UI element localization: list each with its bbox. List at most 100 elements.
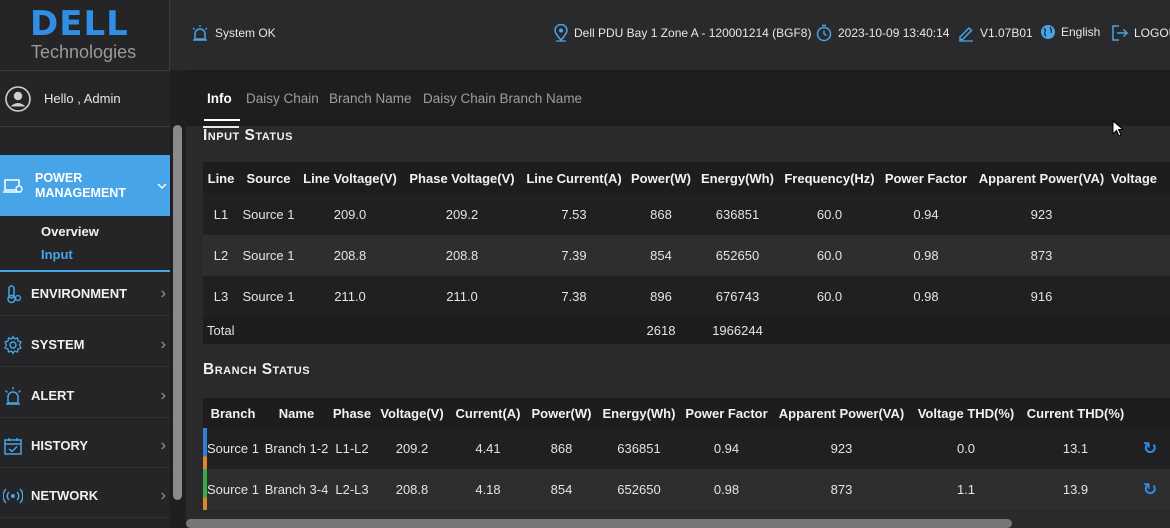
table-cell: 0.98 (913, 248, 939, 263)
table-row: Source 1 Branch 1-2 L1-L2 209.2 4.41 868… (203, 428, 1170, 469)
input-status-title-rule (203, 126, 239, 128)
total-row: Total 2618 1966244 (203, 317, 1170, 344)
branch-status-header-row: Branch Name Phase Voltage(V) Current(A) … (203, 398, 1170, 428)
column-header: Power Factor (685, 405, 768, 421)
refresh-button[interactable]: ↻ (1130, 469, 1170, 510)
logout-button[interactable]: LOGOUT (1111, 24, 1170, 42)
sidebar-item-environment[interactable]: ENVIRONMENT › (0, 272, 170, 316)
logout-text: LOGOUT (1134, 26, 1170, 40)
date-time[interactable]: 2023-10-09 13:40:14 (815, 24, 949, 42)
chevron-right-icon: › (160, 386, 166, 404)
table-cell: 211.0 (334, 289, 366, 304)
table-row: Source 1 Branch 3-4 L2-L3 208.8 4.18 854… (203, 469, 1170, 510)
network-icon (3, 487, 23, 504)
table-cell: 636851 (617, 441, 661, 456)
total-power: 2618 (646, 323, 676, 338)
tab-daisy-chain-branch-name[interactable]: Daisy Chain Branch Name (423, 91, 582, 106)
subnav-overview[interactable]: Overview (41, 224, 99, 239)
table-cell: 211.0 (446, 289, 478, 304)
subnav-input[interactable]: Input (41, 247, 73, 262)
table-cell: 652650 (617, 482, 661, 497)
location-pin-icon (554, 24, 568, 42)
table-cell: 923 (830, 441, 853, 456)
logo-subtitle: Technologies (31, 42, 137, 62)
sidebar-item-network[interactable]: NETWORK › (0, 474, 170, 518)
table-cell: Source 1 (242, 248, 295, 263)
chevron-right-icon: › (160, 486, 166, 504)
table-cell: 7.38 (561, 289, 587, 304)
table-cell: 0.0 (956, 441, 976, 456)
column-header: Line Current(A) (526, 170, 622, 186)
table-cell: 0.98 (713, 482, 740, 497)
column-header: Frequency(Hz) (784, 170, 875, 186)
logo-brand: DELL (30, 4, 129, 44)
sidebar-scrollbar-thumb[interactable] (173, 125, 182, 500)
firmware-version[interactable]: V1.07B01 (957, 24, 1033, 42)
chevron-down-icon (157, 183, 167, 189)
table-cell: Branch 3-4 (264, 482, 329, 497)
table-cell: 7.53 (561, 207, 587, 222)
column-header: Power Factor (884, 170, 968, 186)
sidebar-item-history[interactable]: HISTORY › (0, 424, 170, 468)
sidebar-item-alert[interactable]: ALERT › (0, 374, 170, 418)
table-cell: L2-L3 (335, 482, 369, 497)
globe-icon (1041, 25, 1055, 39)
table-cell: 923 (1030, 207, 1053, 222)
active-tab-indicator (204, 119, 240, 121)
horizontal-scrollbar-thumb[interactable] (186, 519, 1012, 528)
table-cell: 13.9 (1062, 482, 1089, 497)
table-cell: 1.1 (956, 482, 976, 497)
table-cell: 4.18 (475, 482, 501, 497)
table-cell: 60.0 (816, 289, 843, 304)
sidebar-item-power-management[interactable]: POWER MANAGEMENT (0, 155, 170, 216)
table-cell: 209.0 (333, 207, 367, 222)
table-row: L3 Source 1 211.0 211.0 7.38 896 676743 … (203, 276, 1170, 317)
table-cell: L1 (213, 207, 229, 222)
tab-bar: Info Daisy Chain Branch Name Daisy Chain… (186, 70, 1170, 126)
column-header: Phase (332, 405, 372, 421)
date-time-text: 2023-10-09 13:40:14 (838, 26, 950, 40)
main-content: Info Daisy Chain Branch Name Daisy Chain… (186, 70, 1170, 528)
environment-label: ENVIRONMENT (31, 286, 128, 301)
sidebar-item-system[interactable]: SYSTEM › (0, 323, 170, 367)
table-cell: 896 (650, 289, 672, 304)
tab-daisy-chain[interactable]: Daisy Chain (246, 91, 319, 106)
language-text: English (1061, 25, 1101, 39)
table-cell: 0.94 (913, 207, 939, 222)
branch-source: Source 1 (206, 441, 260, 456)
table-cell: 7.39 (561, 248, 587, 263)
table-cell: 0.94 (713, 441, 740, 456)
table-cell: 868 (550, 441, 573, 456)
column-header: Current THD(%) (1026, 405, 1125, 421)
chevron-right-icon: › (160, 335, 166, 353)
system-status[interactable]: System OK (190, 24, 276, 42)
input-status-title: Input Status (203, 127, 293, 144)
column-header: Apparent Power(VA) (778, 405, 905, 421)
power-management-label: POWER MANAGEMENT (35, 170, 126, 200)
table-cell: 868 (650, 207, 672, 222)
tab-branch-name[interactable]: Branch Name (329, 91, 412, 106)
column-header: Phase Voltage(V) (409, 170, 515, 186)
table-cell: 13.1 (1062, 441, 1089, 456)
gear-icon (4, 334, 22, 355)
pdu-location: Dell PDU Bay 1 Zone A - 120001214 (BGF8) (553, 24, 811, 42)
column-header: Branch (210, 405, 256, 421)
refresh-button[interactable]: ↻ (1130, 428, 1170, 469)
table-cell: 854 (550, 482, 573, 497)
refresh-icon: ↻ (1142, 438, 1158, 458)
table-cell: 916 (1030, 289, 1053, 304)
chevron-right-icon: › (160, 284, 166, 302)
table-cell: 0. (1111, 194, 1170, 235)
column-header: Apparent Power(VA) (978, 170, 1105, 186)
table-cell: 873 (1030, 248, 1053, 263)
table-cell: 2. (1111, 276, 1170, 317)
table-cell: Source 1 (203, 469, 263, 510)
column-header: Source (246, 170, 291, 186)
total-energy: 1966244 (712, 323, 763, 338)
user-greeting[interactable]: Hello , Admin (0, 70, 170, 127)
avatar-icon (5, 85, 31, 112)
chevron-right-icon: › (160, 436, 166, 454)
language-selector[interactable]: English (1040, 24, 1100, 40)
table-cell: L1-L2 (335, 441, 369, 456)
tab-info[interactable]: Info (207, 91, 232, 106)
